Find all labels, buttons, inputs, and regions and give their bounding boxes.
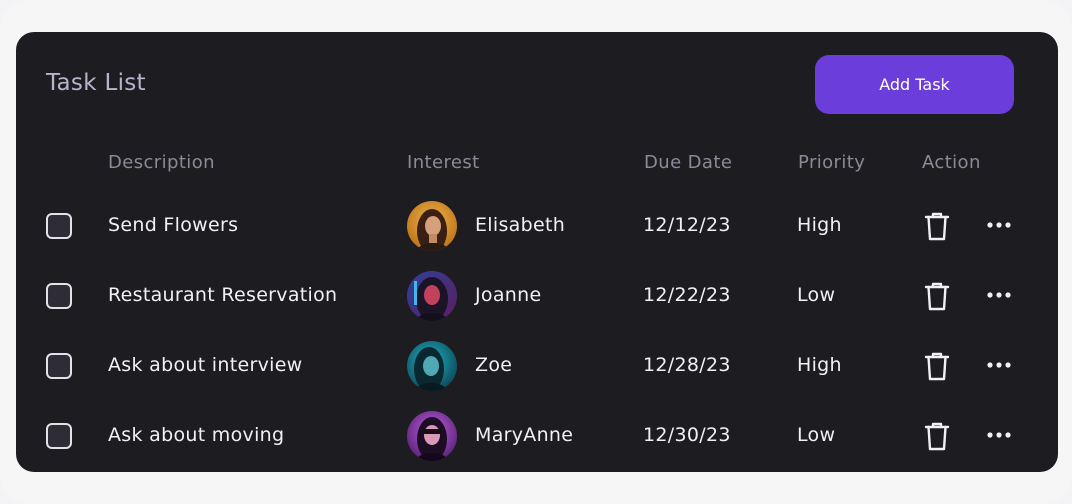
- avatar: [407, 201, 457, 251]
- due-date: 12/12/23: [643, 214, 731, 236]
- column-header-interest: Interest: [407, 152, 480, 173]
- trash-icon[interactable]: [923, 280, 951, 312]
- due-date: 12/30/23: [643, 424, 731, 446]
- column-header-due-date: Due Date: [644, 152, 733, 173]
- priority: Low: [797, 284, 836, 306]
- table-row: Ask about moving MaryAnne 12/30/23 Low: [16, 404, 1058, 472]
- person-name: Zoe: [475, 354, 513, 376]
- task-description: Ask about moving: [108, 424, 285, 446]
- task-description: Send Flowers: [108, 214, 239, 236]
- priority: Low: [797, 424, 836, 446]
- avatar: [407, 341, 457, 391]
- more-horizontal-icon[interactable]: [984, 282, 1014, 308]
- task-description: Ask about interview: [108, 354, 303, 376]
- column-header-description: Description: [108, 152, 215, 173]
- person-name: Joanne: [475, 284, 542, 306]
- task-list-card: Task List Add Task Description Interest …: [16, 32, 1058, 472]
- priority: High: [797, 214, 842, 236]
- person-name: MaryAnne: [475, 424, 574, 446]
- column-header-priority: Priority: [798, 152, 866, 173]
- table-row: Ask about interview Zoe 12/28/23 High: [16, 334, 1058, 404]
- more-horizontal-icon[interactable]: [984, 352, 1014, 378]
- avatar: [407, 411, 457, 461]
- due-date: 12/28/23: [643, 354, 731, 376]
- table-row: Restaurant Reservation Joanne 12/22/23 L…: [16, 264, 1058, 334]
- task-checkbox[interactable]: [46, 423, 72, 449]
- trash-icon[interactable]: [923, 420, 951, 452]
- more-horizontal-icon[interactable]: [984, 212, 1014, 238]
- column-header-action: Action: [922, 152, 981, 173]
- priority: High: [797, 354, 842, 376]
- due-date: 12/22/23: [643, 284, 731, 306]
- more-horizontal-icon[interactable]: [984, 422, 1014, 448]
- add-task-button[interactable]: Add Task: [815, 55, 1014, 114]
- avatar: [407, 271, 457, 321]
- person-name: Elisabeth: [475, 214, 566, 236]
- table-row: Send Flowers Elisabeth 12/12/23 High: [16, 194, 1058, 264]
- trash-icon[interactable]: [923, 210, 951, 242]
- task-checkbox[interactable]: [46, 283, 72, 309]
- task-checkbox[interactable]: [46, 353, 72, 379]
- task-description: Restaurant Reservation: [108, 284, 338, 306]
- page-title: Task List: [46, 70, 146, 96]
- task-checkbox[interactable]: [46, 213, 72, 239]
- trash-icon[interactable]: [923, 350, 951, 382]
